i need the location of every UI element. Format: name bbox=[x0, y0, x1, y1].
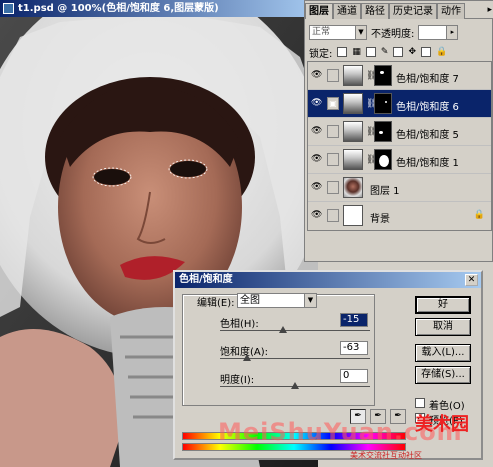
lightness-slider-thumb[interactable] bbox=[291, 382, 299, 389]
layer-row[interactable]: 👁 ⛓ 色相/饱和度 5 bbox=[308, 118, 491, 146]
eye-icon[interactable]: 👁 bbox=[311, 211, 323, 220]
saturation-slider-thumb[interactable] bbox=[243, 354, 251, 361]
lock-icon: 🔒 bbox=[435, 47, 448, 57]
adjustment-thumbnail bbox=[343, 121, 363, 142]
layer-mask-thumbnail[interactable] bbox=[374, 65, 392, 86]
chevron-down-icon: ▼ bbox=[355, 25, 366, 39]
lock-label: 锁定: bbox=[309, 48, 333, 60]
eye-icon[interactable]: 👁 bbox=[311, 71, 323, 80]
tab-history[interactable]: 历史记录 bbox=[389, 3, 437, 19]
lightness-input[interactable]: 0 bbox=[340, 369, 368, 383]
layers-panel-footer bbox=[305, 233, 492, 261]
tab-actions[interactable]: 动作 bbox=[437, 3, 465, 19]
lock-row: 锁定: ▦ ✎ ✥ 🔒 bbox=[309, 45, 490, 60]
edit-channel-value: 全图 bbox=[240, 295, 260, 306]
layer-name: 色相/饱和度 7 bbox=[396, 74, 459, 85]
edit-label: 编辑(E): bbox=[197, 298, 235, 309]
adjustment-thumbnail bbox=[343, 93, 363, 114]
load-button[interactable]: 载入(L)... bbox=[415, 344, 471, 362]
eye-icon[interactable]: 👁 bbox=[311, 127, 323, 136]
layer-row[interactable]: 👁 ⛓ 色相/饱和度 7 bbox=[308, 62, 491, 90]
close-icon[interactable]: ✕ bbox=[465, 274, 478, 286]
brush-icon: ✎ bbox=[380, 47, 389, 57]
hue-label: 色相(H): bbox=[220, 319, 259, 330]
layer-name: 色相/饱和度 6 bbox=[396, 102, 459, 113]
save-button[interactable]: 存储(S)... bbox=[415, 366, 471, 384]
move-icon: ✥ bbox=[408, 47, 416, 57]
layer-link-box[interactable] bbox=[327, 69, 339, 82]
layer-link-box[interactable] bbox=[327, 181, 339, 194]
layer-name: 色相/饱和度 5 bbox=[396, 130, 459, 141]
tab-layers[interactable]: 图层 bbox=[305, 3, 333, 19]
mask-spot bbox=[380, 71, 384, 74]
lock-image-checkbox[interactable] bbox=[365, 47, 376, 57]
lock-transparency-checkbox[interactable] bbox=[337, 47, 348, 57]
chevron-right-icon: ▸ bbox=[446, 25, 458, 39]
saturation-input[interactable]: -63 bbox=[340, 341, 368, 355]
cancel-button[interactable]: 取消 bbox=[415, 318, 471, 336]
layer-link-box[interactable] bbox=[327, 125, 339, 138]
photoshop-document-icon bbox=[3, 3, 14, 14]
document-title: t1.psd @ 100%(色相/饱和度 6,图层蒙版) bbox=[18, 3, 219, 14]
lock-position-checkbox[interactable] bbox=[393, 47, 404, 57]
lock-all-checkbox[interactable] bbox=[420, 47, 431, 57]
layer-name: 背景 bbox=[370, 214, 390, 225]
background-thumbnail bbox=[343, 205, 363, 226]
hue-slider-thumb[interactable] bbox=[279, 326, 287, 333]
layer-name: 图层 1 bbox=[370, 186, 400, 197]
tab-paths[interactable]: 路径 bbox=[361, 3, 389, 19]
colorize-checkbox[interactable] bbox=[415, 398, 425, 408]
layer-link-box[interactable] bbox=[327, 209, 339, 222]
layer-list: 👁 ⛓ 色相/饱和度 7 👁 ▣ ⛓ 色相/饱和度 6 👁 ⛓ 色相/饱和度 5… bbox=[307, 61, 492, 231]
layer-mask-thumbnail[interactable] bbox=[374, 121, 392, 142]
layer-link-box[interactable]: ▣ bbox=[327, 97, 339, 110]
tab-channels[interactable]: 通道 bbox=[333, 3, 361, 19]
mask-spot bbox=[385, 101, 387, 103]
hue-input[interactable]: -15 bbox=[340, 313, 368, 327]
eye-icon[interactable]: 👁 bbox=[311, 183, 323, 192]
blend-mode-value: 正常 bbox=[312, 26, 331, 37]
layer-name: 色相/饱和度 1 bbox=[396, 158, 459, 169]
layer-link-box[interactable] bbox=[327, 153, 339, 166]
blend-row: 正常 ▼ 不透明度: ▸ bbox=[309, 23, 490, 41]
lock-transparency-icon: ▦ bbox=[352, 47, 361, 57]
dialog-title: 色相/饱和度 bbox=[179, 274, 233, 285]
opacity-field[interactable]: ▸ bbox=[418, 24, 459, 40]
layer-mask-thumbnail[interactable] bbox=[374, 93, 392, 114]
layers-panel-tabs: 图层 通道 路径 历史记录 动作 ▸ bbox=[305, 1, 493, 19]
chevron-down-icon: ▼ bbox=[304, 294, 316, 307]
adjustment-thumbnail bbox=[343, 149, 363, 170]
blend-mode-select[interactable]: 正常 ▼ bbox=[309, 24, 367, 40]
watermark-subtitle: 美术交流社互动社区 bbox=[350, 451, 422, 460]
mask-spot bbox=[379, 155, 389, 167]
layer-thumbnail bbox=[343, 177, 363, 198]
layer-row[interactable]: 👁 背景 🔒 bbox=[308, 202, 491, 230]
document-title-bar[interactable]: t1.psd @ 100%(色相/饱和度 6,图层蒙版) bbox=[0, 0, 318, 17]
watermark-logo: 美术园 bbox=[415, 414, 469, 435]
mask-spot bbox=[379, 131, 383, 134]
hue-slider-track[interactable] bbox=[220, 330, 370, 331]
eye-icon[interactable]: 👁 bbox=[311, 99, 323, 108]
opacity-label: 不透明度: bbox=[371, 28, 415, 40]
eye-icon[interactable]: 👁 bbox=[311, 155, 323, 164]
ok-button[interactable]: 好 bbox=[415, 296, 471, 314]
dialog-title-bar[interactable]: 色相/饱和度 ✕ bbox=[175, 272, 481, 288]
edit-channel-select[interactable]: 全图 ▼ bbox=[237, 293, 317, 308]
layer-row[interactable]: 👁 ⛓ 色相/饱和度 1 bbox=[308, 146, 491, 174]
layers-panel: 图层 通道 路径 历史记录 动作 ▸ 正常 ▼ 不透明度: ▸ 锁定: ▦ ✎ … bbox=[304, 0, 493, 262]
lightness-label: 明度(I): bbox=[220, 375, 255, 386]
layer-row[interactable]: 👁 图层 1 bbox=[308, 174, 491, 202]
layer-mask-thumbnail[interactable] bbox=[374, 149, 392, 170]
adjustment-thumbnail bbox=[343, 65, 363, 86]
panel-menu-arrow-icon[interactable]: ▸ bbox=[487, 4, 492, 18]
lock-icon: 🔒 bbox=[473, 210, 485, 220]
layer-row-selected[interactable]: 👁 ▣ ⛓ 色相/饱和度 6 bbox=[308, 90, 491, 118]
